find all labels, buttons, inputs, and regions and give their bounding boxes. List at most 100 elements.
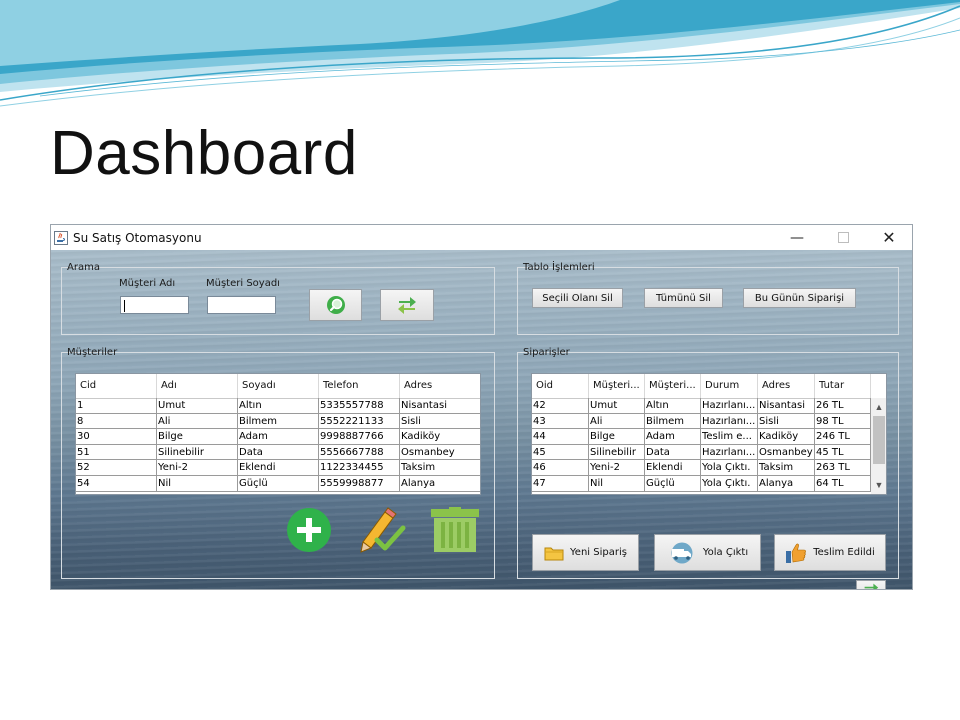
table-cell: Osmanbey (758, 444, 815, 461)
table-cell: Yeni-2 (157, 460, 238, 476)
table-cell: 5559998877 (319, 475, 400, 492)
table-cell: 54 (76, 475, 157, 492)
column-header[interactable]: Adres (400, 374, 480, 398)
table-row[interactable]: 54 Nil Güçlü 5559998877 Alanya (76, 475, 480, 492)
delete-all-button[interactable]: Tümünü Sil (644, 288, 723, 308)
table-row[interactable]: 51 Silinebilir Data 5556667788 Osmanbey (76, 444, 480, 461)
table-row[interactable]: 44 Bilge Adam Teslim e... Kadiköy 246 TL (532, 429, 871, 445)
table-cell: Data (238, 444, 319, 461)
scroll-up-icon[interactable]: ▲ (871, 400, 886, 414)
new-order-label: Yeni Sipariş (570, 547, 627, 558)
table-cell: 44 (532, 429, 589, 445)
orders-table-body: 42 Umut Altın Hazırlanı... Nisantasi 26 … (532, 398, 871, 492)
table-cell: 42 (532, 398, 589, 414)
table-cell: Bilmem (238, 413, 319, 430)
on-the-way-button[interactable]: Yola Çıktı (654, 534, 761, 571)
table-row[interactable]: 30 Bilge Adam 9998887766 Kadiköy (76, 429, 480, 445)
table-row[interactable]: 47 Nil Güçlü Yola Çıktı. Alanya 64 TL (532, 475, 871, 492)
table-cell: Adam (238, 429, 319, 445)
column-header[interactable]: Durum (701, 374, 758, 398)
table-cell: Sisli (400, 414, 480, 430)
on-the-way-label: Yola Çıktı (702, 547, 749, 558)
table-row[interactable]: 46 Yeni-2 Eklendi Yola Çıktı. Taksim 263… (532, 460, 871, 476)
minimize-button[interactable]: — (774, 225, 820, 250)
search-button[interactable] (309, 289, 362, 321)
column-header[interactable]: Müşteri... (645, 374, 701, 398)
table-cell: 98 TL (815, 413, 871, 430)
table-cell: 5335557788 (319, 398, 400, 414)
table-cell: Yeni-2 (589, 460, 645, 476)
folder-icon (544, 545, 564, 561)
column-header[interactable]: Adres (758, 374, 815, 398)
table-cell: Güçlü (238, 475, 319, 492)
window-title: Su Satış Otomasyonu (73, 231, 202, 245)
table-cell: 8 (76, 413, 157, 430)
plus-circle-icon (287, 508, 331, 552)
table-cell: Eklendi (238, 460, 319, 476)
todays-orders-button[interactable]: Bu Günün Siparişi (743, 288, 856, 308)
table-cell: 47 (532, 475, 589, 492)
table-row[interactable]: 1 Umut Altın 5335557788 Nisantasi (76, 398, 480, 414)
table-cell: Yola Çıktı. (701, 460, 758, 476)
close-button[interactable]: ✕ (866, 225, 912, 250)
trash-icon (431, 507, 479, 552)
delivered-button[interactable]: Teslim Edildi (774, 534, 886, 571)
table-cell: Silinebilir (589, 444, 645, 461)
table-cell: Data (645, 444, 701, 461)
last-name-input[interactable] (207, 296, 276, 314)
delete-selected-button[interactable]: Seçili Olanı Sil (532, 288, 623, 308)
table-row[interactable]: 8 Ali Bilmem 5552221133 Sisli (76, 413, 480, 430)
title-bar: Su Satış Otomasyonu — ✕ (51, 225, 912, 250)
table-row[interactable]: 52 Yeni-2 Eklendi 1122334455 Taksim (76, 460, 480, 476)
edit-customer-button[interactable] (355, 507, 407, 553)
maximize-button[interactable] (820, 225, 866, 250)
table-cell: 64 TL (815, 475, 871, 492)
window-content: Arama Müşteri Adı Müşteri Soyadı Tablo İ… (51, 250, 912, 589)
first-name-label: Müşteri Adı (119, 278, 176, 289)
add-customer-button[interactable] (283, 507, 335, 553)
scroll-down-icon[interactable]: ▼ (871, 478, 886, 492)
delete-customer-button[interactable] (429, 507, 481, 553)
first-name-input[interactable] (120, 296, 189, 314)
table-cell: Nil (157, 475, 238, 492)
table-row[interactable]: 42 Umut Altın Hazırlanı... Nisantasi 26 … (532, 398, 871, 414)
table-cell: Silinebilir (157, 444, 238, 461)
new-order-button[interactable]: Yeni Sipariş (532, 534, 639, 571)
refresh-search-button[interactable] (380, 289, 434, 321)
table-cell: 46 (532, 460, 589, 476)
table-cell: Ali (589, 413, 645, 430)
app-window: Su Satış Otomasyonu — ✕ Arama Müşteri Ad… (50, 224, 913, 590)
column-header[interactable]: Telefon (319, 374, 400, 398)
table-cell: Güçlü (645, 475, 701, 492)
table-cell: Hazırlanı... (701, 413, 758, 430)
column-header[interactable]: Müşteri... (589, 374, 645, 398)
customers-table-body: 1 Umut Altın 5335557788 Nisantasi 8 Ali … (76, 398, 480, 492)
table-row[interactable]: 43 Ali Bilmem Hazırlanı... Sisli 98 TL (532, 413, 871, 430)
table-cell: 51 (76, 444, 157, 461)
column-header[interactable]: Cid (76, 374, 157, 398)
maximize-icon (837, 232, 849, 243)
orders-table-scrollbar[interactable]: ▲ ▼ (871, 398, 886, 494)
scrollbar-thumb[interactable] (873, 416, 885, 464)
table-cell: Taksim (758, 460, 815, 476)
table-cell: Osmanbey (400, 445, 480, 461)
last-name-label: Müşteri Soyadı (206, 278, 280, 289)
customers-table: Cid Adı Soyadı Telefon Adres 1 Umut Altı… (75, 373, 481, 495)
table-cell: Bilge (157, 429, 238, 445)
column-header[interactable]: Adı (157, 374, 238, 398)
column-header[interactable]: Tutar (815, 374, 871, 398)
table-cell: Nil (589, 475, 645, 492)
column-header[interactable]: Oid (532, 374, 589, 398)
table-cell: Bilge (589, 429, 645, 445)
table-row[interactable]: 45 Silinebilir Data Hazırlanı... Osmanbe… (532, 444, 871, 461)
table-cell: Nisantasi (400, 398, 480, 414)
table-cell: Alanya (758, 475, 815, 492)
orders-table: Oid Müşteri... Müşteri... Durum Adres Tu… (531, 373, 887, 495)
customers-group-label: Müşteriler (67, 347, 118, 358)
table-cell: 9998887766 (319, 429, 400, 445)
table-cell: 1122334455 (319, 460, 400, 476)
refresh-icon (398, 297, 416, 314)
table-cell: Eklendi (645, 460, 701, 476)
refresh-orders-button[interactable] (856, 580, 886, 589)
column-header[interactable]: Soyadı (238, 374, 319, 398)
